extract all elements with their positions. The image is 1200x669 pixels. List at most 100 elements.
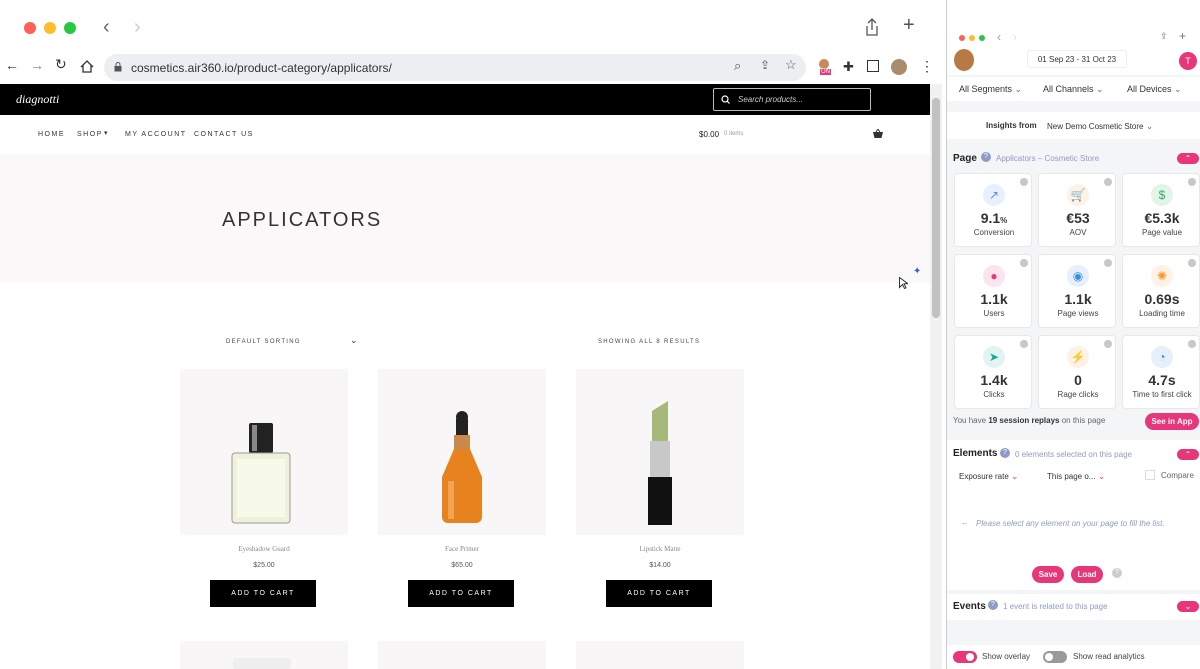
panel-max-dot[interactable] — [979, 35, 985, 41]
info-icon[interactable] — [1188, 340, 1196, 348]
metric-card-time-to-first-click[interactable]: ◔ 4.7s Time to first click — [1122, 335, 1200, 409]
cart-total[interactable]: $0.00 — [699, 130, 719, 139]
new-tab-icon[interactable]: + — [903, 14, 915, 37]
product-name[interactable]: Face Primer — [378, 545, 546, 553]
info-icon[interactable] — [1020, 340, 1028, 348]
url-bar[interactable]: cosmetics.air360.io/product-category/app… — [104, 54, 806, 81]
product-search-input[interactable]: Search products... — [713, 88, 871, 111]
page-scrollbar[interactable] — [930, 84, 942, 669]
show-overlay-toggle[interactable] — [953, 651, 977, 663]
product-card[interactable] — [378, 641, 546, 669]
date-range-picker[interactable]: 01 Sep 23 - 31 Oct 23 — [1027, 50, 1127, 68]
metric-card-page-views[interactable]: ◉ 1.1k Page views — [1038, 254, 1116, 328]
user-avatar[interactable]: T — [1179, 52, 1197, 70]
metric-card-conversion[interactable]: ↗ 9.1% Conversion — [954, 173, 1032, 247]
product-card[interactable] — [180, 641, 348, 669]
basket-icon[interactable] — [873, 129, 883, 138]
help-icon[interactable]: ? — [1112, 568, 1122, 578]
home-icon[interactable] — [80, 60, 94, 73]
exposure-rate-dropdown[interactable]: Exposure rate ⌄ — [959, 471, 1019, 482]
product-card[interactable] — [576, 641, 744, 669]
site-logo[interactable]: diagnotti — [16, 92, 59, 107]
info-icon[interactable] — [1020, 178, 1028, 186]
info-icon[interactable] — [1104, 178, 1112, 186]
product-card[interactable] — [378, 369, 546, 535]
channels-label: All Channels — [1043, 84, 1094, 94]
reload-icon[interactable]: ↻ — [55, 56, 67, 73]
zoom-icon[interactable]: ⌕ — [734, 58, 741, 74]
air360-extension-icon[interactable]: ON — [816, 58, 834, 78]
share-icon[interactable] — [865, 18, 879, 36]
product-name[interactable]: Eyeshadow Guard — [180, 545, 348, 553]
page-title: APPLICATORS — [222, 209, 383, 231]
save-button[interactable]: Save — [1032, 566, 1064, 583]
sorting-chevron-icon[interactable]: ⌄ — [350, 335, 358, 346]
see-in-app-button[interactable]: See in App — [1145, 413, 1199, 430]
metric-value: 1.4k — [980, 372, 1008, 388]
load-button[interactable]: Load — [1071, 566, 1103, 583]
info-icon[interactable] — [1020, 259, 1028, 267]
metric-card-users[interactable]: ● 1.1k Users — [954, 254, 1032, 328]
browser-menu-icon[interactable]: ⋮ — [920, 58, 934, 75]
expand-events-button[interactable]: ⌄ — [1177, 601, 1199, 612]
product-card[interactable] — [576, 369, 744, 535]
shop-caret-icon[interactable]: ▾ — [104, 129, 108, 137]
cart-items-count[interactable]: 0 items — [724, 131, 743, 137]
metric-card-aov[interactable]: 🛒 €53 AOV — [1038, 173, 1116, 247]
show-read-analytics-toggle[interactable] — [1043, 651, 1067, 663]
devices-dropdown[interactable]: All Devices ⌄ — [1127, 84, 1182, 95]
add-to-cart-button[interactable]: ADD TO CART — [408, 580, 514, 607]
segments-dropdown[interactable]: All Segments ⌄ — [959, 84, 1022, 95]
collapse-elements-button[interactable]: ⌃ — [1177, 449, 1199, 460]
collapse-page-button[interactable]: ⌃ — [1177, 153, 1199, 164]
extensions-puzzle-icon[interactable]: ✚ — [843, 59, 854, 75]
close-window-button[interactable] — [24, 22, 36, 34]
add-to-cart-button[interactable]: ADD TO CART — [606, 580, 712, 607]
store-dropdown[interactable]: New Demo Cosmetic Store ⌄ — [1047, 121, 1153, 132]
info-icon[interactable] — [1188, 178, 1196, 186]
compare-checkbox[interactable] — [1145, 470, 1155, 480]
sorting-select[interactable]: DEFAULT SORTING — [226, 339, 301, 345]
add-to-cart-button[interactable]: ADD TO CART — [210, 580, 316, 607]
panel-back-icon[interactable]: ‹ — [997, 30, 1001, 44]
metric-card-page-value[interactable]: $ €5.3k Page value — [1122, 173, 1200, 247]
help-icon[interactable]: ? — [981, 152, 991, 162]
help-icon[interactable]: ? — [988, 600, 998, 610]
metric-card-loading-time[interactable]: ✺ 0.69s Loading time — [1122, 254, 1200, 328]
panel-forward-icon[interactable]: › — [1013, 30, 1017, 44]
back-arrow-icon[interactable]: ← — [5, 57, 19, 73]
bookmark-star-icon[interactable]: ☆ — [785, 57, 797, 73]
this-page-dropdown[interactable]: This page o... ⌄ — [1047, 471, 1105, 482]
minimize-window-button[interactable] — [44, 22, 56, 34]
metric-value: 4.7s — [1148, 372, 1176, 388]
url-text[interactable]: cosmetics.air360.io/product-category/app… — [131, 61, 392, 75]
sidepanel-icon[interactable] — [867, 60, 879, 72]
share-page-icon[interactable]: ⇪ — [760, 58, 770, 72]
panel-close-dot[interactable] — [959, 35, 965, 41]
forward-arrow-icon[interactable]: → — [30, 57, 44, 73]
profile-avatar[interactable] — [891, 59, 907, 75]
scrollbar-thumb[interactable] — [932, 98, 940, 318]
info-icon[interactable] — [1188, 259, 1196, 267]
air360-monkey-logo[interactable] — [954, 49, 974, 71]
panel-add-icon[interactable]: + — [1179, 29, 1186, 43]
info-icon[interactable] — [1104, 259, 1112, 267]
devices-label: All Devices — [1127, 84, 1172, 94]
mac-back-icon[interactable]: ‹ — [103, 16, 110, 39]
metric-card-clicks[interactable]: ➤ 1.4k Clicks — [954, 335, 1032, 409]
sparkle-icon[interactable]: ✦ — [913, 266, 921, 277]
mac-forward-icon[interactable]: › — [134, 16, 141, 39]
maximize-window-button[interactable] — [64, 22, 76, 34]
help-icon[interactable]: ? — [1000, 448, 1010, 458]
nav-shop[interactable]: SHOP — [77, 131, 103, 138]
nav-my-account[interactable]: MY ACCOUNT — [125, 131, 187, 138]
info-icon[interactable] — [1104, 340, 1112, 348]
product-name[interactable]: Lipstick Matte — [576, 545, 744, 553]
panel-min-dot[interactable] — [969, 35, 975, 41]
product-card[interactable] — [180, 369, 348, 535]
metric-card-rage-clicks[interactable]: ⚡ 0 Rage clicks — [1038, 335, 1116, 409]
nav-home[interactable]: HOME — [38, 131, 65, 138]
nav-contact-us[interactable]: CONTACT US — [194, 131, 254, 138]
panel-share-icon[interactable]: ⇪ — [1160, 31, 1168, 42]
channels-dropdown[interactable]: All Channels ⌄ — [1043, 84, 1104, 95]
